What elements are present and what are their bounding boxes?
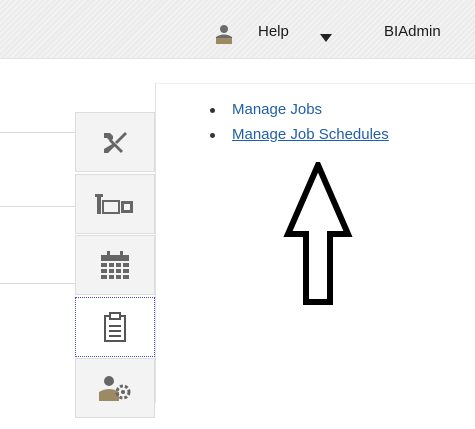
bullet (210, 133, 215, 138)
divider (0, 132, 75, 133)
clipboard-icon (104, 312, 126, 342)
user-menu[interactable]: BIAdmin (384, 22, 441, 42)
content-top-border (156, 83, 475, 84)
help-menu[interactable]: Help (258, 22, 289, 42)
divider (0, 206, 75, 207)
manage-jobs-link[interactable]: Manage Jobs (232, 100, 322, 120)
manage-job-schedules-link[interactable]: Manage Job Schedules (232, 125, 389, 145)
tab-user-settings[interactable] (75, 358, 155, 418)
tabstrip-border (155, 83, 156, 403)
layout-icon (95, 194, 133, 214)
tab-clipboard[interactable] (75, 297, 155, 357)
tools-icon (104, 132, 127, 153)
divider (0, 283, 75, 284)
tab-calendar[interactable] (75, 235, 155, 295)
tab-layout[interactable] (75, 174, 155, 234)
tab-tools[interactable] (75, 112, 155, 172)
calendar-icon (101, 251, 129, 279)
top-header-bar: Help BIAdmin (0, 0, 475, 59)
caret-down-icon[interactable] (320, 29, 332, 47)
arrow-up-icon (283, 162, 353, 305)
user-settings-icon (99, 376, 131, 401)
bullet (210, 108, 215, 113)
user-icon (214, 24, 234, 44)
